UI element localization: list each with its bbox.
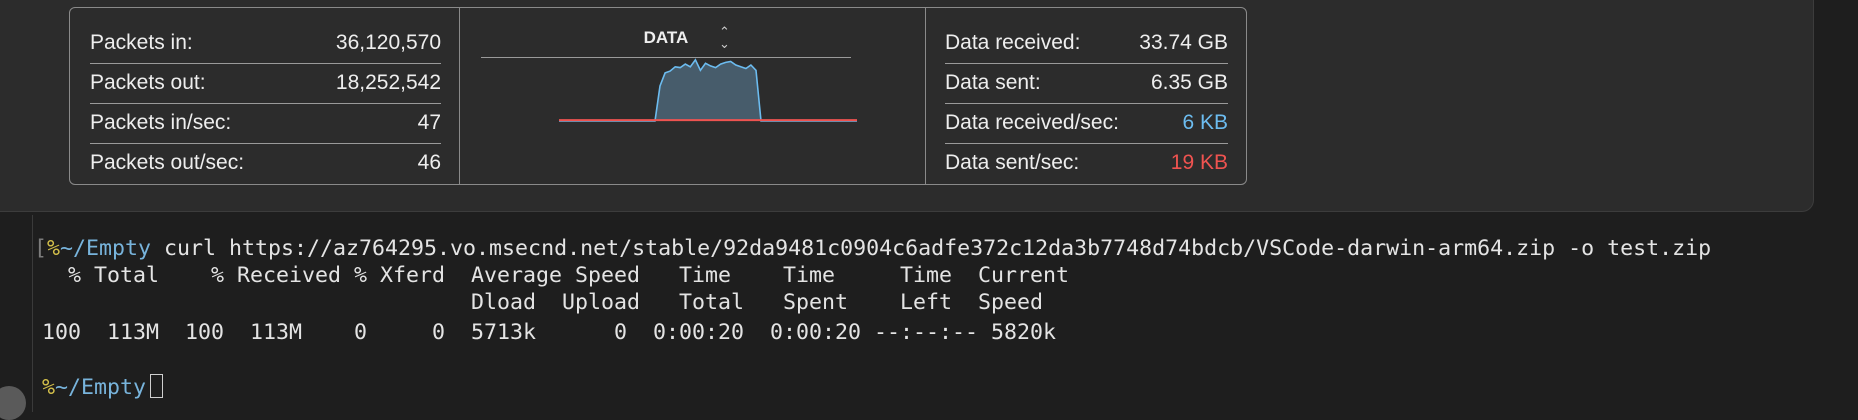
- packets-out-row: Packets out: 18,252,542: [90, 63, 441, 104]
- prompt-line[interactable]: %~/Empty: [42, 374, 164, 401]
- prompt2-cwd: ~/Empty: [55, 375, 147, 400]
- packets-in-label: Packets in:: [90, 31, 193, 54]
- data-sent-per-sec-row: Data sent/sec: 19 KB: [945, 143, 1228, 183]
- packets-out-per-sec-value: 46: [417, 151, 441, 174]
- prompt-cwd: ~/Empty: [60, 236, 152, 261]
- data-sent-label: Data sent:: [945, 71, 1041, 94]
- prompt2-symbol: %: [42, 375, 56, 400]
- packets-in-per-sec-label: Packets in/sec:: [90, 111, 232, 134]
- packets-out-label: Packets out:: [90, 71, 206, 94]
- packets-out-value: 18,252,542: [335, 71, 441, 94]
- curl-header-line-1: % Total % Received % Xferd Average Speed…: [42, 263, 1070, 288]
- activity-monitor-network-panel: Packets in: 36,120,570 Packets out: 18,2…: [0, 0, 1814, 212]
- data-received-value: 33.74 GB: [1139, 31, 1228, 54]
- curl-header-line-2: Dload Upload Total Spent Left Speed: [42, 290, 1044, 315]
- data-sent-row: Data sent: 6.35 GB: [945, 63, 1228, 104]
- packets-column: Packets in: 36,120,570 Packets out: 18,2…: [70, 8, 460, 184]
- data-sent-per-sec-label: Data sent/sec:: [945, 151, 1080, 174]
- prompt-symbol: %: [47, 236, 61, 261]
- data-received-per-sec-row: Data received/sec: 6 KB: [945, 103, 1228, 144]
- command-line: [%~/Empty curl https://az764295.vo.msecn…: [34, 236, 1711, 262]
- packets-out-per-sec-label: Packets out/sec:: [90, 151, 245, 174]
- packets-in-row: Packets in: 36,120,570: [90, 23, 441, 64]
- network-data-graph: [559, 58, 857, 122]
- packets-in-per-sec-value: 47: [417, 111, 441, 134]
- data-sent-per-sec-value: 19 KB: [1170, 151, 1228, 174]
- packets-in-value: 36,120,570: [335, 31, 441, 54]
- network-graph-column: DATA ⌃ ⌄: [459, 8, 926, 184]
- data-column: Data received: 33.74 GB Data sent: 6.35 …: [925, 8, 1246, 184]
- network-stats-box: Packets in: 36,120,570 Packets out: 18,2…: [69, 7, 1247, 185]
- curl-progress-line: 100 113M 100 113M 0 0 5713k 0 0:00:20 0:…: [42, 320, 1057, 345]
- data-received-label: Data received:: [945, 31, 1081, 54]
- prompt-bracket: [: [34, 236, 48, 261]
- text-cursor: [150, 374, 164, 398]
- data-sent-value: 6.35 GB: [1150, 71, 1228, 94]
- packets-in-per-sec-row: Packets in/sec: 47: [90, 103, 441, 144]
- curl-command: curl https://az764295.vo.msecnd.net/stab…: [151, 236, 1712, 261]
- packets-out-per-sec-row: Packets out/sec: 46: [90, 143, 441, 183]
- data-received-row: Data received: 33.74 GB: [945, 23, 1228, 64]
- data-received-per-sec-value: 6 KB: [1182, 111, 1228, 134]
- terminal-window[interactable]: [%~/Empty curl https://az764295.vo.msecn…: [0, 212, 1858, 412]
- received-area: [559, 59, 857, 121]
- data-received-per-sec-label: Data received/sec:: [945, 111, 1119, 134]
